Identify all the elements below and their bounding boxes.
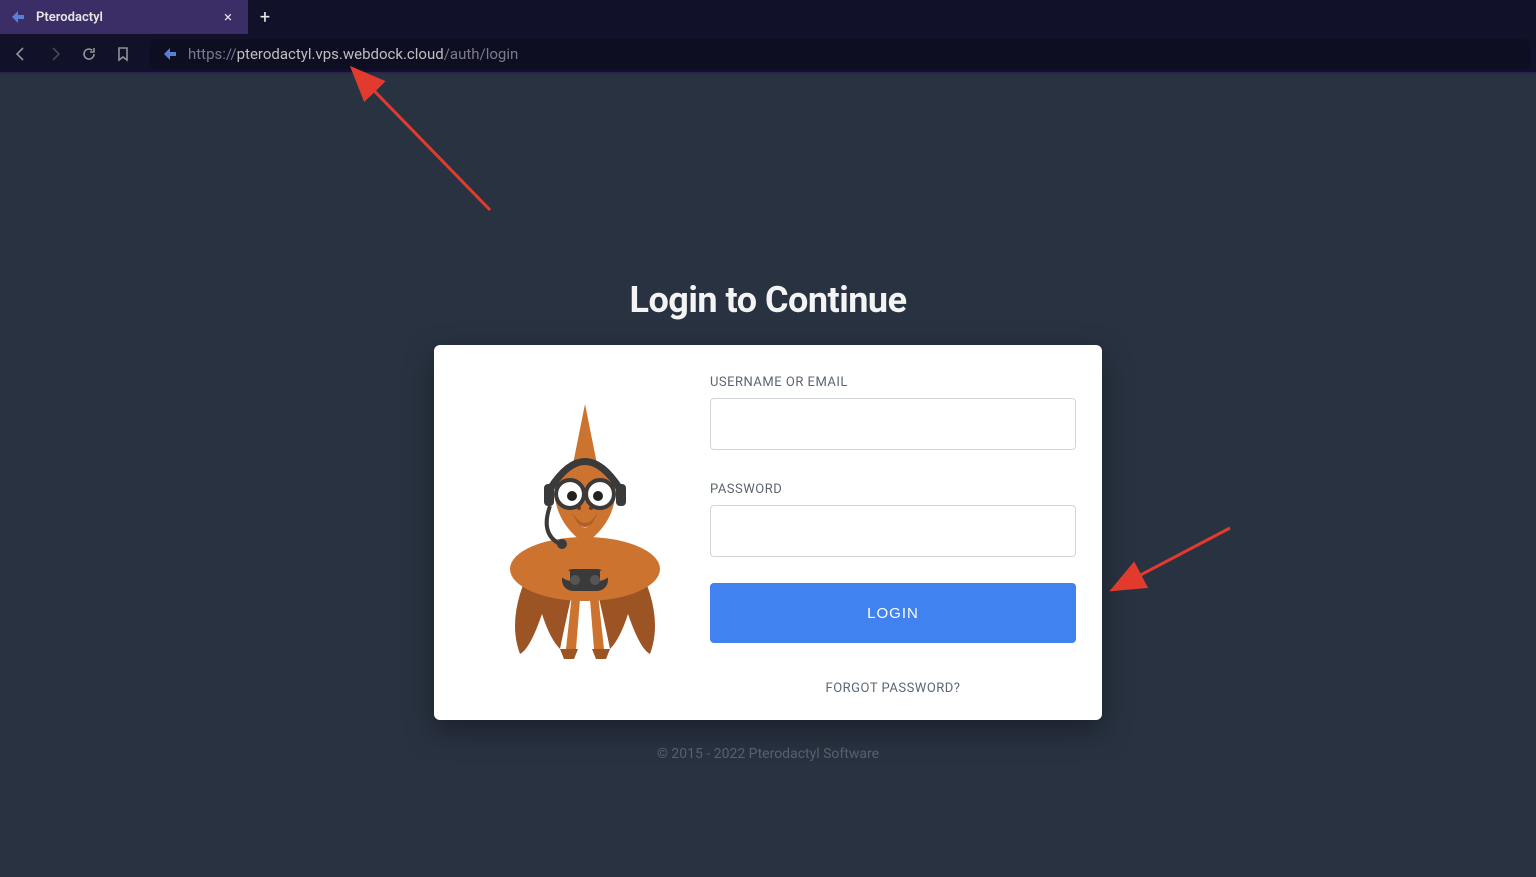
login-form: USERNAME OR EMAIL PASSWORD LOGIN FORGOT … — [710, 375, 1076, 696]
reload-icon — [81, 46, 97, 62]
forgot-password-link[interactable]: FORGOT PASSWORD? — [710, 681, 1076, 696]
url-protocol: https:// — [188, 45, 237, 63]
tab-favicon-icon — [10, 9, 26, 25]
plus-icon: + — [260, 7, 270, 28]
username-input[interactable] — [710, 398, 1076, 450]
tab-title: Pterodactyl — [36, 10, 210, 25]
new-tab-button[interactable]: + — [248, 0, 282, 34]
chevron-right-icon — [47, 46, 63, 62]
login-button[interactable]: LOGIN — [710, 583, 1076, 643]
password-input[interactable] — [710, 505, 1076, 557]
mascot-panel — [460, 375, 710, 696]
url-text: https://pterodactyl.vps.webdock.cloud/au… — [188, 45, 518, 63]
nav-row: https://pterodactyl.vps.webdock.cloud/au… — [0, 34, 1536, 74]
page-title: Login to Continue — [629, 279, 906, 321]
browser-tab-active[interactable]: Pterodactyl × — [0, 0, 248, 34]
copyright-footer: © 2015 - 2022 Pterodactyl Software — [657, 746, 879, 762]
username-label: USERNAME OR EMAIL — [710, 375, 1076, 390]
nav-forward-button[interactable] — [40, 39, 70, 69]
password-label: PASSWORD — [710, 482, 1076, 497]
chevron-left-icon — [13, 46, 29, 62]
url-host: pterodactyl.vps.webdock.cloud — [237, 45, 444, 63]
login-page: Login to Continue — [0, 74, 1536, 762]
nav-back-button[interactable] — [6, 39, 36, 69]
nav-reload-button[interactable] — [74, 39, 104, 69]
bookmark-button[interactable] — [108, 39, 138, 69]
pterodactyl-mascot-icon — [500, 394, 670, 678]
site-favicon-icon — [162, 46, 178, 62]
tab-close-icon[interactable]: × — [220, 8, 236, 27]
url-path: /auth/login — [444, 45, 519, 63]
tab-strip: Pterodactyl × + — [0, 0, 1536, 34]
url-bar[interactable]: https://pterodactyl.vps.webdock.cloud/au… — [150, 39, 1530, 69]
browser-chrome: Pterodactyl × + https://pterodactyl.vps.… — [0, 0, 1536, 74]
login-card: USERNAME OR EMAIL PASSWORD LOGIN FORGOT … — [434, 345, 1102, 720]
bookmark-icon — [115, 46, 131, 62]
